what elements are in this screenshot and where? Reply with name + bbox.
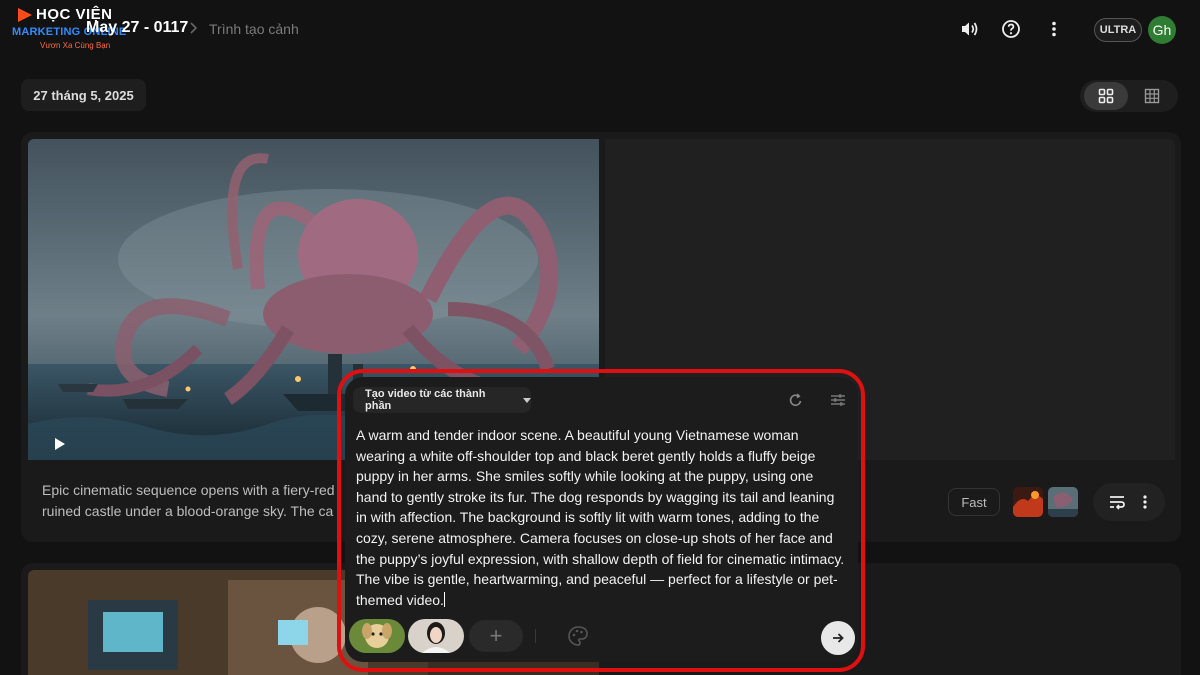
prompt-textarea[interactable]: A warm and tender indoor scene. A beauti… [356,425,846,610]
avatar[interactable]: Gh [1148,16,1176,44]
ingredient-thumbnail[interactable] [1048,487,1078,517]
text-cursor [443,591,445,607]
more-vert-icon[interactable] [1043,18,1065,40]
scene-description-line2: ruined castle under a blood-orange sky. … [42,503,334,519]
chevron-right-icon [190,22,198,34]
date-label: 27 tháng 5, 2025 [21,79,146,111]
breadcrumb-current-page: Trình tạo cảnh [209,21,299,37]
ingredient-thumbnail[interactable] [349,619,405,653]
refresh-icon[interactable] [787,391,805,409]
scene-actions [1093,483,1165,521]
brand-logo-icon [18,8,32,22]
top-bar: HỌC VIỆN MARKETING ONLINE Vươn Xa Cùng B… [0,0,1200,62]
scene-description-line1: Epic cinematic sequence opens with a fie… [42,482,335,498]
ingredient-thumbnail[interactable] [408,619,464,653]
caret-down-icon [523,397,531,403]
prompt-composer: Tạo video từ các thành phần A warm and t… [345,377,858,662]
play-icon[interactable] [54,437,66,451]
prompt-text: A warm and tender indoor scene. A beauti… [356,427,845,608]
palette-icon[interactable] [567,625,589,647]
extend-icon[interactable] [1107,492,1127,512]
tune-icon[interactable] [829,391,847,409]
mode-dropdown[interactable]: Tạo video từ các thành phần [353,387,531,413]
ingredient-thumbnail[interactable] [1013,487,1043,517]
help-icon[interactable] [1000,18,1022,40]
mode-label: Tạo video từ các thành phần [365,388,486,412]
send-arrow-icon [833,633,844,643]
speed-chip[interactable]: Fast [948,488,1000,516]
grid-small-icon[interactable] [1130,82,1174,110]
add-ingredient-button[interactable]: + [469,620,523,652]
plan-badge: ULTRA [1094,18,1142,42]
send-button[interactable] [821,621,855,655]
view-toggle [1080,80,1178,112]
brand-tagline: Vươn Xa Cùng Bạn [40,41,111,50]
volume-icon[interactable] [958,18,980,40]
divider [535,629,536,643]
more-vert-icon[interactable] [1135,492,1155,512]
grid-large-icon[interactable] [1084,82,1128,110]
breadcrumb-project[interactable]: May 27 - 0117 [86,19,188,37]
scene-description: Epic cinematic sequence opens with a fie… [42,480,372,522]
